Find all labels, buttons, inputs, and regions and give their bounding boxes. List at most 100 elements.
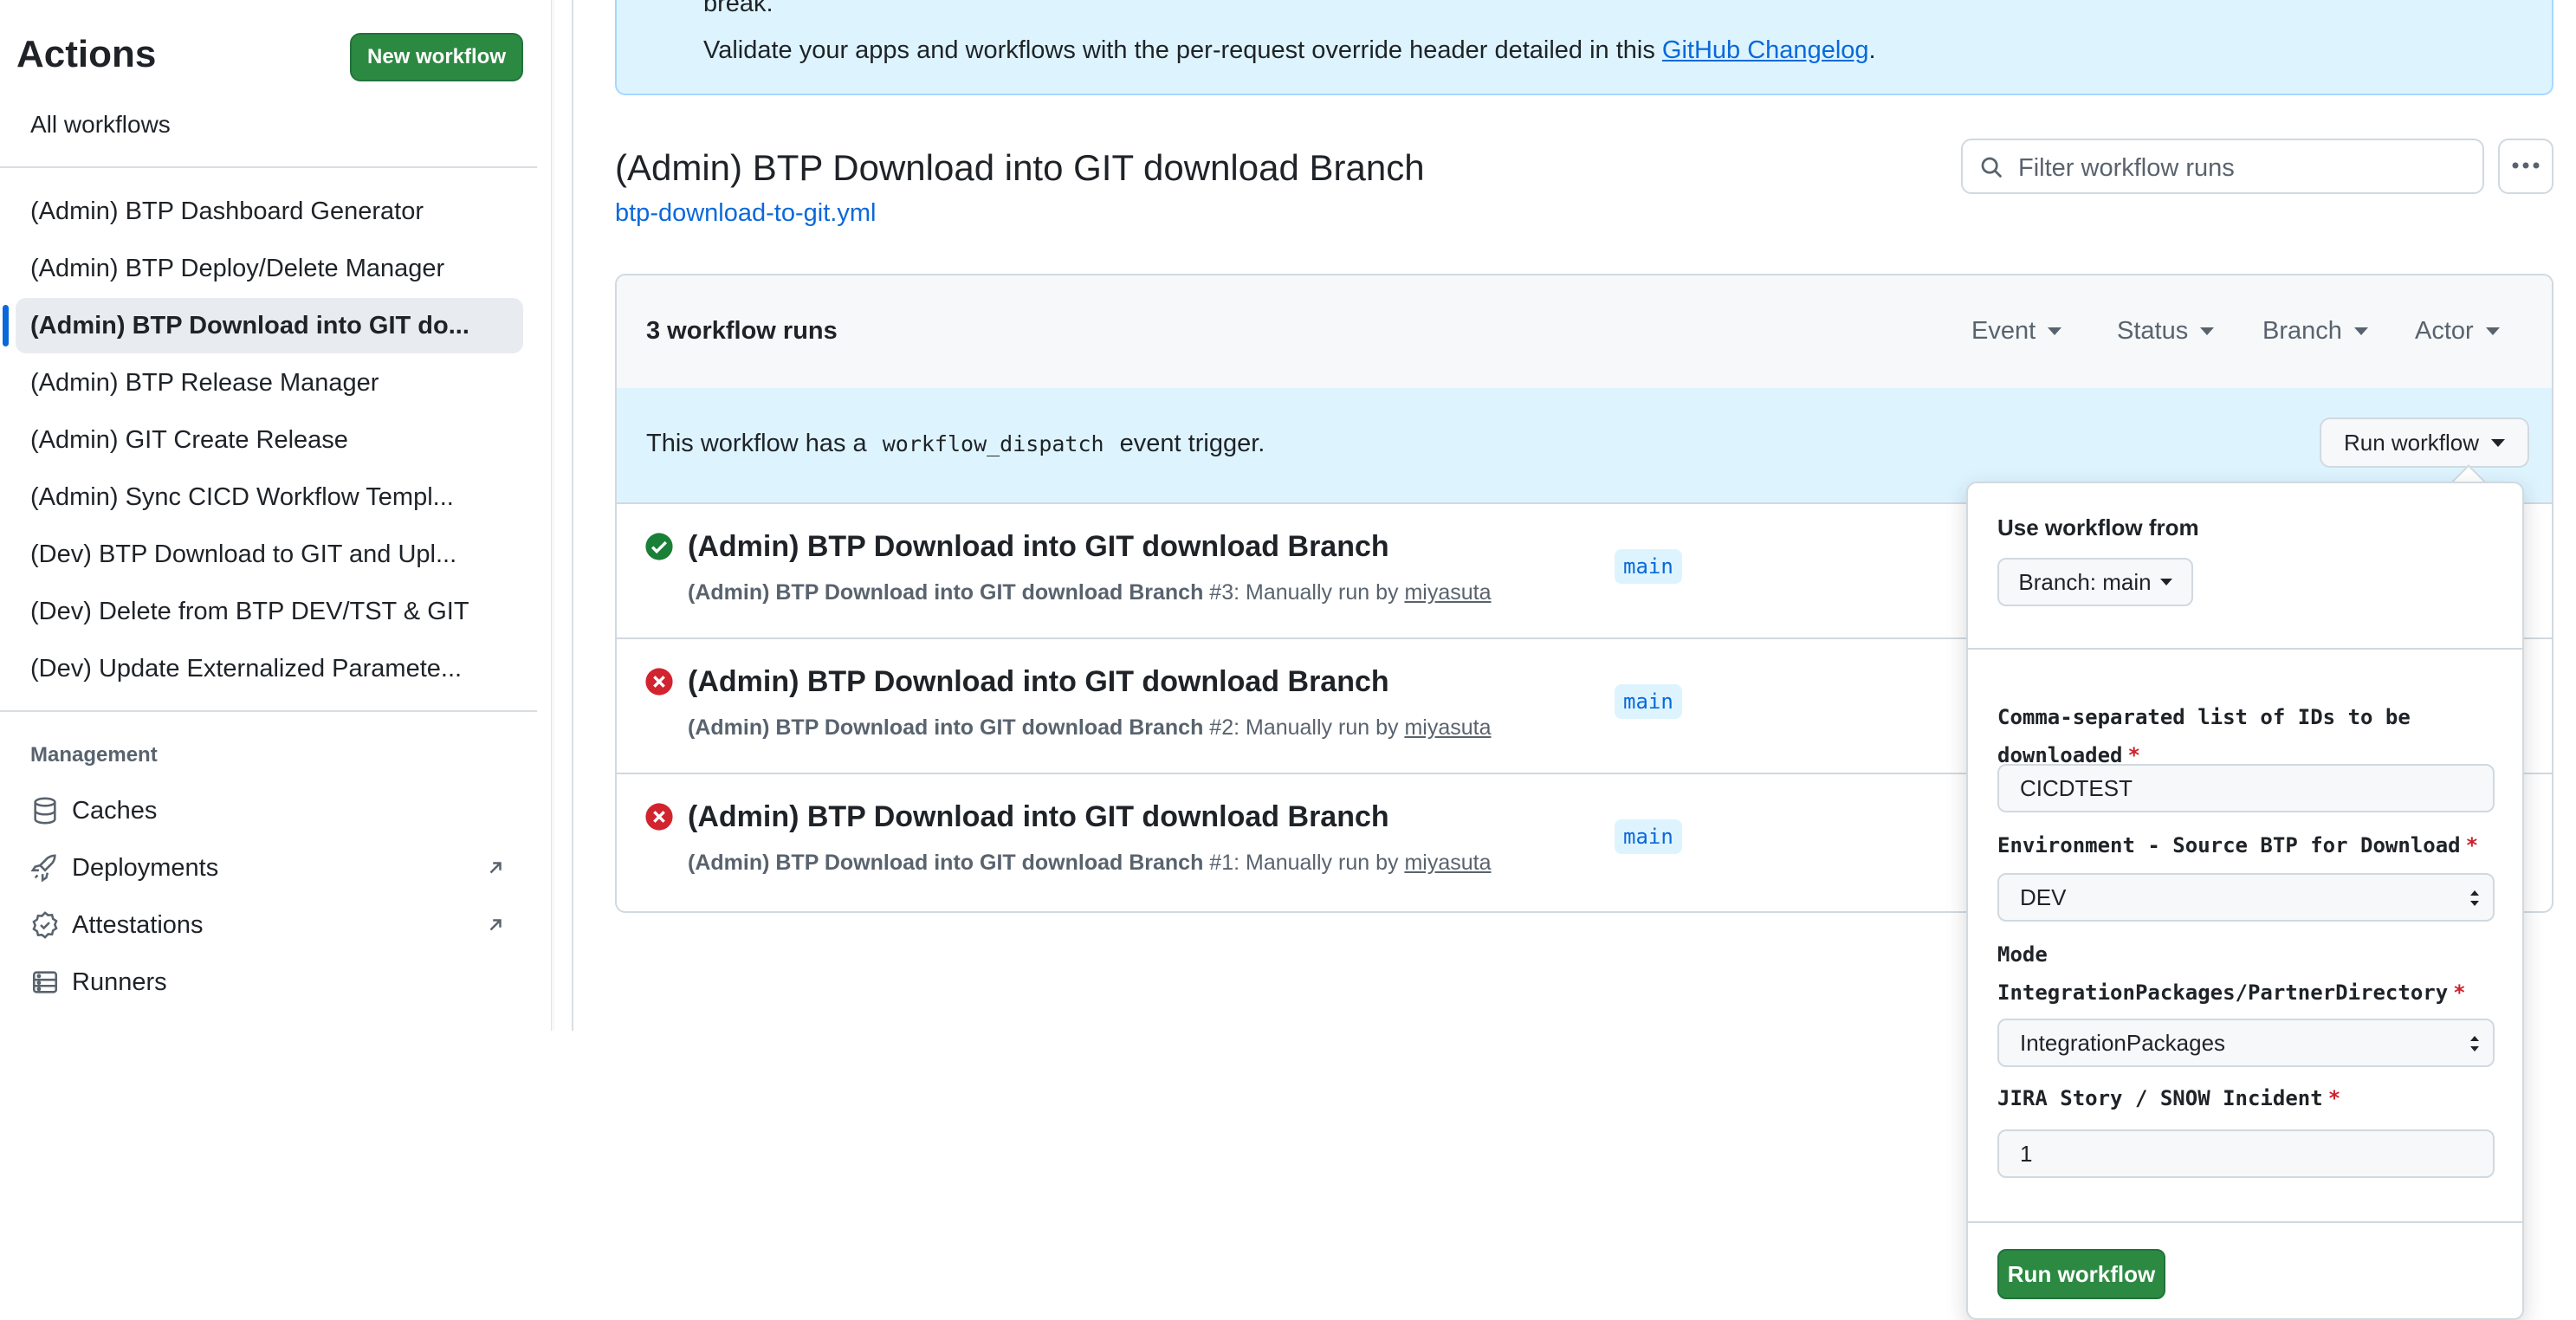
sidebar-workflow-item[interactable]: (Admin) BTP Dashboard Generator xyxy=(16,184,523,239)
ids-field-label: Comma-separated list of IDs to be downlo… xyxy=(1997,698,2491,774)
sidebar-workflow-label: (Admin) BTP Download into GIT do... xyxy=(30,311,469,340)
info-banner: break. Validate your apps and workflows … xyxy=(615,0,2553,95)
sidebar: Actions New workflow All workflows (Admi… xyxy=(0,0,554,1031)
sidebar-item-deployments[interactable]: Deployments xyxy=(30,845,515,890)
run-workflow-dropdown: Use workflow from Branch: main Comma-sep… xyxy=(1966,482,2524,1320)
sidebar-workflow-item[interactable]: (Admin) BTP Deploy/Delete Manager xyxy=(16,241,523,296)
dispatch-prefix: This workflow has a xyxy=(646,430,867,457)
run-title[interactable]: (Admin) BTP Download into GIT download B… xyxy=(688,665,1389,699)
run-actor-link[interactable]: miyasuta xyxy=(1404,715,1491,740)
sidebar-item-runners[interactable]: Runners xyxy=(30,960,515,1005)
filter-event-dropdown[interactable]: Event xyxy=(1971,317,2062,346)
run-workflow-dropdown-button[interactable]: Run workflow xyxy=(2320,417,2529,468)
select-updown-icon xyxy=(2469,887,2481,909)
sidebar-item-label: Attestations xyxy=(72,910,204,939)
required-marker: * xyxy=(2327,1086,2341,1110)
external-link-icon xyxy=(486,913,505,932)
all-workflows-link[interactable]: All workflows xyxy=(30,111,171,139)
triangle-down-icon xyxy=(2200,327,2215,335)
sidebar-item-label: Runners xyxy=(72,967,167,996)
environment-select-value: DEV xyxy=(2020,883,2067,910)
dispatch-suffix: event trigger. xyxy=(1119,430,1265,457)
kebab-horizontal-icon xyxy=(2511,159,2540,174)
run-title[interactable]: (Admin) BTP Download into GIT download B… xyxy=(688,530,1389,564)
sidebar-workflow-label: (Admin) BTP Release Manager xyxy=(30,368,379,397)
sidebar-workflow-label: (Admin) Sync CICD Workflow Templ... xyxy=(30,482,454,511)
environment-field-label: Environment - Source BTP for Download * xyxy=(1997,826,2491,864)
filter-branch-dropdown[interactable]: Branch xyxy=(2262,317,2368,346)
filter-label: Actor xyxy=(2415,317,2474,345)
triangle-down-icon xyxy=(2353,327,2368,335)
divider xyxy=(0,166,537,168)
use-workflow-from-label: Use workflow from xyxy=(1997,514,2199,540)
run-subtitle: (Admin) BTP Download into GIT download B… xyxy=(688,715,1491,741)
sidebar-item-attestations[interactable]: Attestations xyxy=(30,903,515,948)
filter-runs-input[interactable] xyxy=(2016,151,2470,185)
sidebar-workflow-item[interactable]: (Dev) Delete from BTP DEV/TST & GIT xyxy=(16,584,523,639)
divider xyxy=(1968,1221,2522,1223)
banner-text: Validate your apps and workflows with th… xyxy=(703,36,1876,65)
mode-select[interactable]: IntegrationPackages xyxy=(1997,1019,2495,1067)
divider xyxy=(0,710,537,712)
sidebar-workflow-item[interactable]: (Dev) BTP Download to GIT and Upl... xyxy=(16,527,523,582)
sidebar-divider xyxy=(572,0,573,1031)
sidebar-workflow-label: (Admin) BTP Deploy/Delete Manager xyxy=(30,254,445,282)
changelog-link[interactable]: GitHub Changelog xyxy=(1662,36,1869,64)
run-workflow-label: Run workflow xyxy=(2343,429,2480,456)
filter-actor-dropdown[interactable]: Actor xyxy=(2415,317,2500,346)
sidebar-workflow-label: (Dev) Delete from BTP DEV/TST & GIT xyxy=(30,597,469,625)
mode-field-label-line1: Mode xyxy=(1997,942,2048,967)
run-workflow-name: (Admin) BTP Download into GIT download B… xyxy=(688,715,1204,740)
sidebar-scrollbar[interactable] xyxy=(551,0,554,1031)
filter-runs-box[interactable] xyxy=(1961,139,2484,194)
sidebar-item-label: Caches xyxy=(72,796,158,825)
verified-icon xyxy=(30,910,60,940)
branch-badge[interactable]: main xyxy=(1615,819,1682,854)
more-options-button[interactable] xyxy=(2498,139,2553,194)
run-subtitle: (Admin) BTP Download into GIT download B… xyxy=(688,580,1491,605)
ids-input[interactable] xyxy=(1997,764,2495,812)
new-workflow-button[interactable]: New workflow xyxy=(350,33,523,81)
sidebar-item-caches[interactable]: Caches xyxy=(30,788,515,833)
mode-select-value: IntegrationPackages xyxy=(2020,1029,2226,1056)
active-indicator xyxy=(3,305,9,346)
branch-select-button[interactable]: Branch: main xyxy=(1997,558,2193,606)
run-detail: #1: Manually run by xyxy=(1209,851,1399,875)
page-title: Actions xyxy=(16,33,157,75)
branch-badge[interactable]: main xyxy=(1615,684,1682,719)
sidebar-workflow-item[interactable]: (Admin) GIT Create Release xyxy=(16,412,523,468)
run-workflow-submit-button[interactable]: Run workflow xyxy=(1997,1249,2165,1299)
sidebar-workflow-item[interactable]: (Admin) Sync CICD Workflow Templ... xyxy=(16,469,523,525)
sidebar-workflow-item[interactable]: (Admin) BTP Release Manager xyxy=(16,355,523,411)
banner-text-suffix: . xyxy=(1868,36,1876,64)
select-updown-icon xyxy=(2469,1032,2481,1055)
triangle-down-icon xyxy=(2491,438,2506,447)
branch-badge[interactable]: main xyxy=(1615,549,1682,584)
branch-select-label: Branch: main xyxy=(2018,568,2152,595)
divider xyxy=(1968,648,2522,650)
triangle-down-icon xyxy=(2159,579,2172,586)
server-icon xyxy=(30,967,60,997)
required-marker: * xyxy=(2465,833,2479,857)
sidebar-workflow-item[interactable]: (Dev) Update Externalized Paramete... xyxy=(16,641,523,696)
run-workflow-name: (Admin) BTP Download into GIT download B… xyxy=(688,851,1204,875)
rocket-icon xyxy=(30,853,60,883)
check-circle-icon xyxy=(644,532,674,561)
run-actor-link[interactable]: miyasuta xyxy=(1404,580,1491,605)
management-heading: Management xyxy=(30,743,158,767)
sidebar-workflow-item-active[interactable]: (Admin) BTP Download into GIT do... xyxy=(16,298,523,353)
environment-field-label-text: Environment - Source BTP for Download xyxy=(1997,833,2461,857)
banner-text-fragment: break. xyxy=(703,0,773,17)
environment-select[interactable]: DEV xyxy=(1997,873,2495,922)
filter-status-dropdown[interactable]: Status xyxy=(2117,317,2215,346)
run-workflow-name: (Admin) BTP Download into GIT download B… xyxy=(688,580,1204,605)
jira-field-label: JIRA Story / SNOW Incident * xyxy=(1997,1079,2491,1117)
jira-input[interactable] xyxy=(1997,1129,2495,1178)
run-actor-link[interactable]: miyasuta xyxy=(1404,851,1491,875)
mode-field-label-line2: IntegrationPackages/PartnerDirectory xyxy=(1997,980,2449,1005)
required-marker: * xyxy=(2453,980,2466,1005)
sidebar-item-label: Deployments xyxy=(72,853,219,882)
workflow-file-link[interactable]: btp-download-to-git.yml xyxy=(615,199,876,228)
run-title[interactable]: (Admin) BTP Download into GIT download B… xyxy=(688,800,1389,834)
runs-header: 3 workflow runs Event Status Branch Acto… xyxy=(617,275,2552,390)
